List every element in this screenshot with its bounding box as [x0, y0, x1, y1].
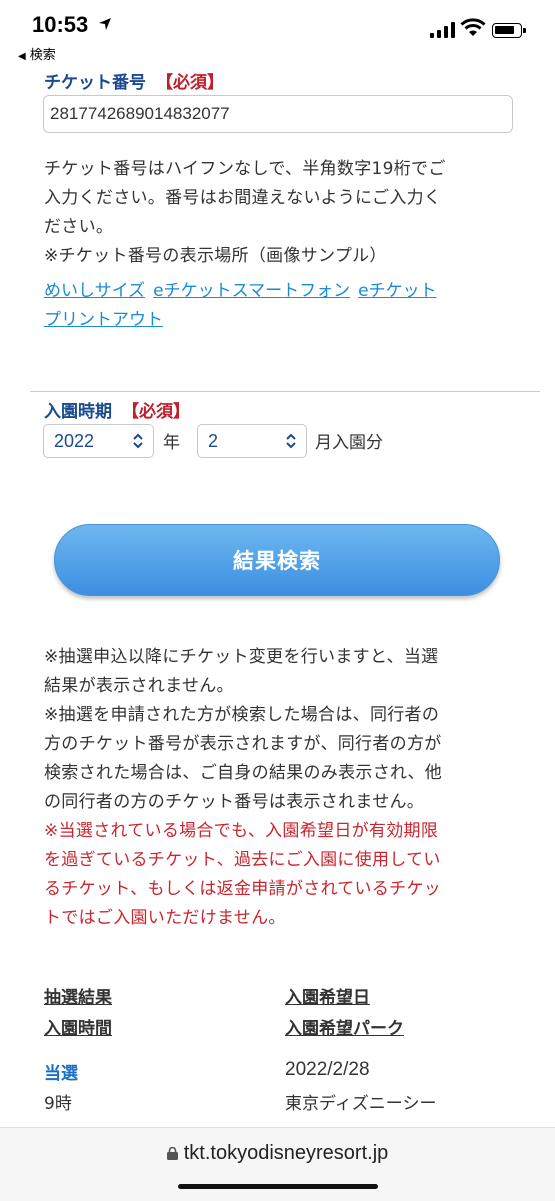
result-status: 当選 [44, 1064, 78, 1084]
back-to-search-button[interactable]: ◀ 検索 [18, 44, 56, 63]
header-desired-date[interactable]: 入園希望日 [285, 983, 370, 1008]
result-park: 東京ディズニーシー [285, 1094, 437, 1114]
section-divider [30, 391, 540, 392]
lock-icon [166, 1147, 178, 1160]
year-unit: 年 [163, 433, 180, 453]
description-line: チケット番号はハイフンなしで、半角数字19桁でご [44, 159, 446, 179]
url-display[interactable]: tkt.tokyodisneyresort.jp [0, 1142, 555, 1165]
note-line: ※抽選申込以降にチケット変更を行いますと、当選 [44, 647, 439, 667]
ticket-label-text: チケット番号 [44, 73, 146, 93]
entry-label-text: 入園時期 [44, 402, 112, 422]
link-business-card-size[interactable]: めいしサイズ [44, 281, 145, 301]
required-badge: 【必須】 [156, 73, 224, 93]
back-label: 検索 [29, 48, 56, 63]
ticket-description: チケット番号はハイフンなしで、半角数字19桁でご 入力ください。番号はお間違えな… [44, 155, 514, 271]
header-lottery-result[interactable]: 抽選結果 [44, 983, 112, 1008]
warning-line: を過ぎているチケット、過去にご入園に使用してい [44, 850, 441, 870]
warning-line: るチケット、もしくは返金申請がされているチケッ [44, 879, 442, 899]
note-line: 検索された場合は、ご自身の結果のみ表示され、他 [44, 763, 443, 783]
sample-links: めいしサイズ eチケットスマートフォン eチケット プリントアウト [44, 277, 514, 335]
clock: 10:53 [32, 12, 89, 37]
battery-icon [492, 23, 526, 38]
back-triangle-icon: ◀ [18, 51, 26, 62]
status-bar: 10:53 ◀ 検索 [0, 0, 555, 68]
description-line: ださい。 [44, 217, 114, 237]
result-time: 9時 [44, 1094, 72, 1114]
month-unit: 月入園分 [315, 433, 383, 453]
updown-chevron-icon [133, 433, 143, 449]
cellular-signal-icon [430, 22, 455, 38]
url-text: tkt.tokyodisneyresort.jp [183, 1142, 389, 1164]
year-select[interactable]: 2022 [43, 424, 154, 458]
header-desired-park[interactable]: 入園希望パーク [285, 1014, 404, 1039]
note-line: の同行者の方のチケット番号は表示されません。 [44, 792, 425, 812]
wifi-icon [460, 18, 486, 36]
note-line: 結果が表示されません。 [44, 676, 234, 696]
warning-line: トではご入園いただけません。 [44, 908, 286, 928]
ticket-number-input[interactable]: 2817742689014832077 [43, 95, 513, 133]
home-indicator[interactable] [178, 1184, 378, 1189]
month-select[interactable]: 2 [197, 424, 307, 458]
updown-chevron-icon [286, 433, 296, 449]
month-value: 2 [208, 431, 219, 451]
link-eticket-print-cont[interactable]: プリントアウト [44, 310, 163, 330]
browser-url-bar[interactable]: tkt.tokyodisneyresort.jp [0, 1127, 555, 1201]
link-eticket-print[interactable]: eチケット [358, 281, 436, 301]
header-entry-time[interactable]: 入園時間 [44, 1014, 112, 1039]
link-eticket-smartphone[interactable]: eチケットスマートフォン [153, 281, 350, 301]
location-arrow-icon [99, 18, 111, 30]
entry-period-label: 入園時期 【必須】 [44, 397, 190, 422]
search-results-button[interactable]: 結果検索 [54, 524, 500, 596]
year-value: 2022 [54, 431, 95, 451]
warning-line: ※当選されている場合でも、入園希望日が有効期限 [44, 821, 439, 841]
ticket-number-label: チケット番号 【必須】 [44, 68, 224, 93]
note-line: 方のチケット番号が表示されますが、同行者の方が [44, 734, 442, 754]
notes: ※抽選申込以降にチケット変更を行いますと、当選 結果が表示されません。 ※抽選を… [44, 643, 514, 933]
description-line: 入力ください。番号はお間違えないようにご入力く [44, 188, 442, 208]
result-date: 2022/2/28 [285, 1059, 370, 1080]
note-line: ※抽選を申請された方が検索した場合は、同行者の [44, 705, 440, 725]
description-line: ※チケット番号の表示場所（画像サンプル） [44, 246, 387, 266]
required-badge: 【必須】 [122, 402, 190, 422]
